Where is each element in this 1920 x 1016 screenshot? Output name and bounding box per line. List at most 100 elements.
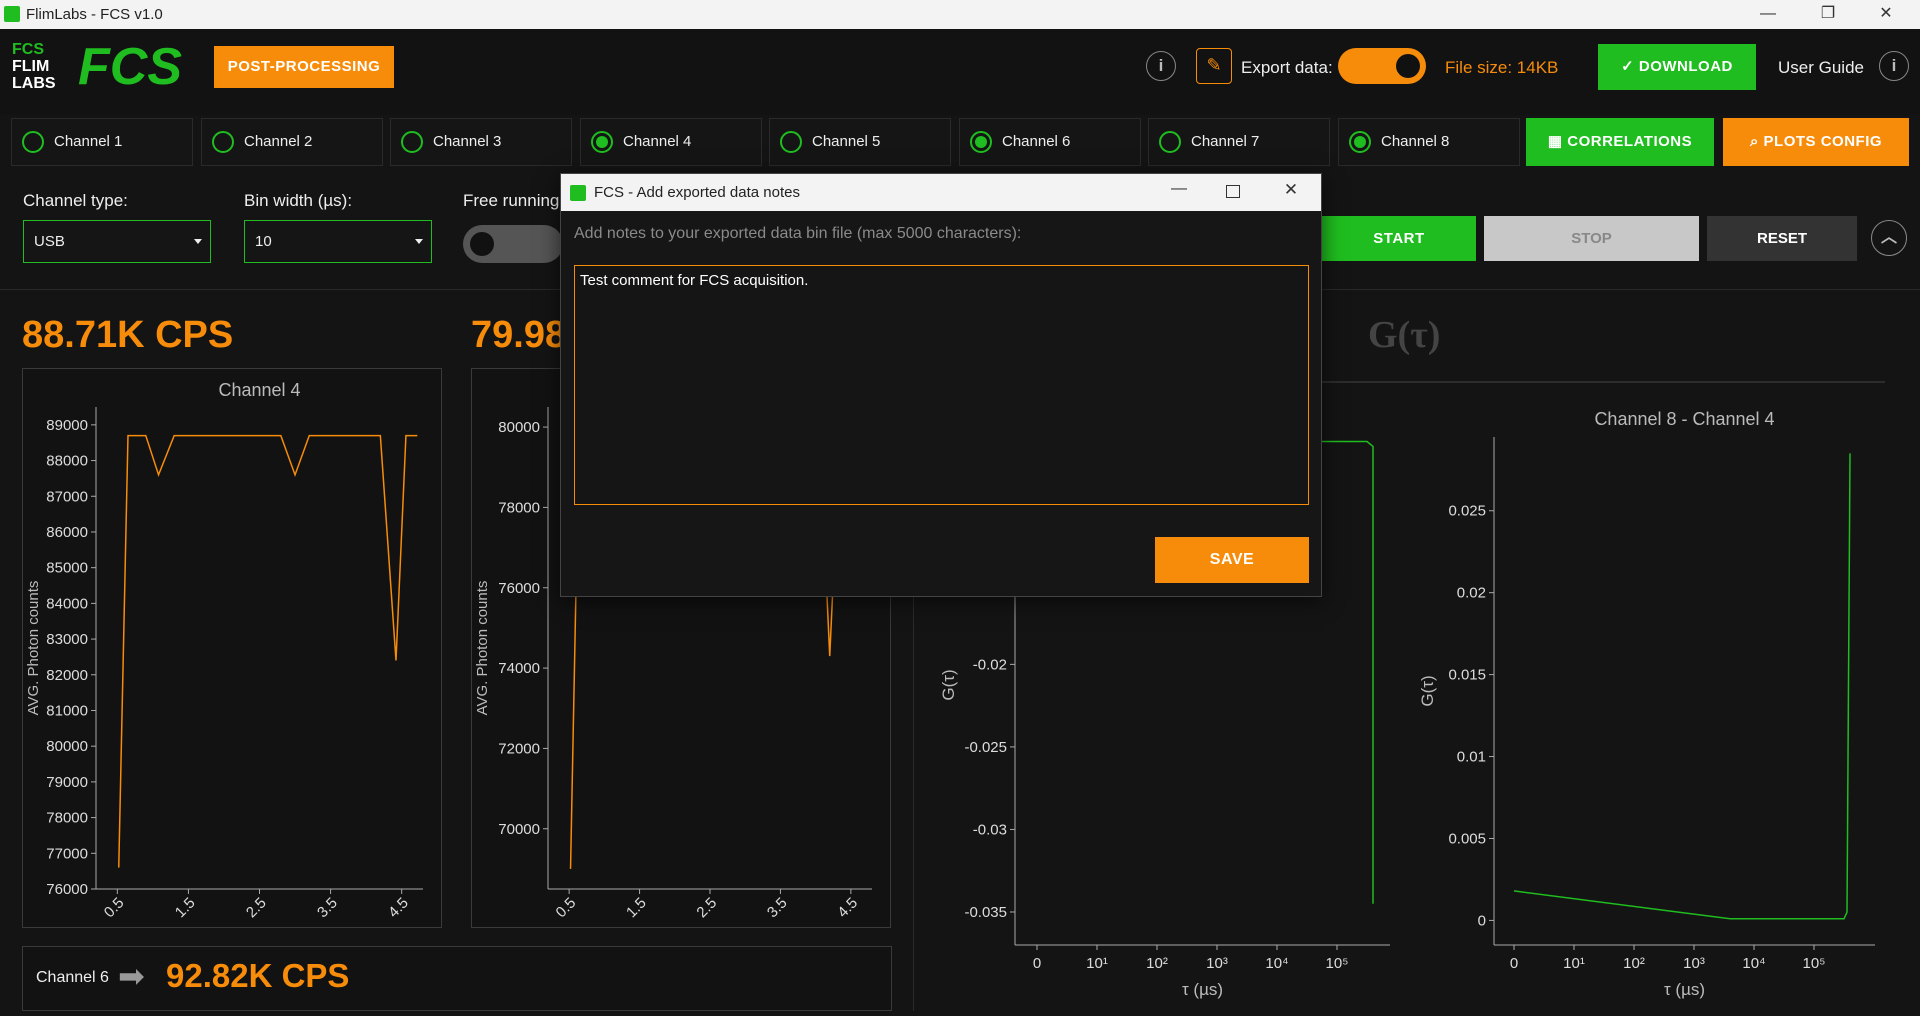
channel-checkbox-4[interactable]: Channel 4	[580, 118, 762, 166]
data-line-series	[1513, 453, 1851, 920]
notes-icon[interactable]: ✎	[1196, 48, 1232, 84]
x-axis-label: τ (µs)	[1664, 980, 1705, 999]
x-tick-label: 1.5	[623, 894, 650, 921]
close-button[interactable]: ✕	[1868, 2, 1904, 26]
channel-type-select[interactable]: USB	[23, 220, 211, 263]
checkbox-indicator	[401, 131, 423, 153]
free-running-toggle[interactable]	[463, 225, 563, 263]
correlations-label: CORRELATIONS	[1567, 133, 1693, 150]
y-axis-label: G(τ)	[1418, 675, 1437, 706]
x-tick-label: 10⁵	[1326, 955, 1349, 972]
y-tick-label: 0	[1478, 912, 1486, 929]
y-axis-label: G(τ)	[939, 669, 958, 700]
info-icon[interactable]: i	[1146, 51, 1176, 81]
channel-type-label: Channel type:	[23, 191, 128, 210]
stop-button[interactable]: STOP	[1484, 216, 1699, 261]
dialog-titlebar: FCS - Add exported data notes — ✕	[561, 174, 1321, 211]
checkbox-indicator	[591, 131, 613, 153]
channel-type-value: USB	[34, 233, 65, 250]
x-tick-label: 10³	[1683, 955, 1705, 972]
x-tick-label: 3.5	[764, 894, 791, 921]
y-tick-label: 0.015	[1448, 667, 1486, 684]
collapse-chevron-up-icon[interactable]: ︿	[1871, 220, 1907, 256]
y-tick-label: 74000	[498, 660, 540, 677]
free-running-knob	[470, 232, 494, 256]
bin-width-label: Bin width (µs):	[244, 191, 353, 210]
correlations-button[interactable]: ▦ CORRELATIONS	[1526, 118, 1714, 166]
notes-textarea[interactable]	[574, 265, 1309, 505]
channel-checkbox-5[interactable]: Channel 5	[769, 118, 951, 166]
dialog-close-button[interactable]: ✕	[1276, 180, 1306, 200]
app-icon	[4, 6, 20, 22]
y-tick-label: 80000	[46, 738, 88, 755]
free-running-label: Free running:	[463, 191, 565, 210]
download-label: DOWNLOAD	[1638, 58, 1733, 75]
channel-checkbox-3[interactable]: Channel 3	[390, 118, 572, 166]
save-button[interactable]: SAVE	[1155, 537, 1309, 583]
y-tick-label: 78000	[46, 810, 88, 827]
dialog-title: FCS - Add exported data notes	[594, 184, 800, 201]
y-tick-label: 0.02	[1457, 585, 1486, 602]
channel-label: Channel 8	[1381, 133, 1450, 150]
checkbox-indicator	[22, 131, 44, 153]
channel-checkbox-1[interactable]: Channel 1	[11, 118, 193, 166]
x-tick-label: 10⁴	[1265, 955, 1288, 972]
y-tick-label: 89000	[46, 417, 88, 434]
checkbox-indicator	[780, 131, 802, 153]
restore-button[interactable]: ❐	[1810, 2, 1846, 26]
dropdown-arrow-icon	[194, 239, 202, 244]
window-titlebar: FlimLabs - FCS v1.0 — ❐ ✕	[0, 0, 1920, 29]
x-tick-label: 1.5	[172, 894, 199, 921]
logo-line-1: FCS	[12, 41, 44, 58]
reset-button[interactable]: RESET	[1707, 216, 1857, 261]
plots-config-button[interactable]: ⌕ PLOTS CONFIG	[1723, 118, 1909, 166]
x-tick-label: 10⁴	[1742, 955, 1765, 972]
y-tick-label: 0.01	[1457, 749, 1486, 766]
checkbox-indicator	[1159, 131, 1181, 153]
y-tick-label: -0.02	[973, 656, 1007, 673]
export-toggle[interactable]	[1338, 48, 1426, 84]
start-button[interactable]: START	[1322, 216, 1476, 261]
x-tick-label: 2.5	[693, 894, 720, 921]
post-processing-button[interactable]: POST-PROCESSING	[214, 46, 394, 88]
y-tick-label: -0.025	[964, 739, 1007, 756]
table-icon: ▦	[1547, 133, 1563, 150]
channel-checkbox-6[interactable]: Channel 6	[959, 118, 1141, 166]
flimlabs-logo: FCS FLIM LABS	[12, 41, 64, 97]
channel-checkbox-8[interactable]: Channel 8	[1338, 118, 1520, 166]
x-tick-label: 10²	[1623, 955, 1645, 972]
x-tick-label: 0.5	[553, 894, 580, 921]
y-tick-label: 0.005	[1448, 830, 1486, 847]
y-tick-label: -0.035	[964, 904, 1007, 921]
gtau-header: G(τ)	[1368, 314, 1441, 356]
y-tick-label: 83000	[46, 631, 88, 648]
user-guide-icon[interactable]: i	[1879, 51, 1909, 81]
bin-width-select[interactable]: 10	[244, 220, 432, 263]
channel-checkbox-2[interactable]: Channel 2	[201, 118, 383, 166]
user-guide-link[interactable]: User Guide	[1778, 58, 1864, 78]
download-button[interactable]: ✓ DOWNLOAD	[1598, 44, 1756, 90]
chart-title: Channel 4	[218, 380, 300, 400]
y-tick-label: 87000	[46, 488, 88, 505]
y-tick-label: 79000	[46, 774, 88, 791]
channel-checkbox-7[interactable]: Channel 7	[1148, 118, 1330, 166]
bin-width-value: 10	[255, 233, 272, 250]
logo-line-2: FLIM	[12, 58, 50, 75]
y-axis-label: AVG. Photon counts	[474, 581, 491, 716]
y-tick-label: 86000	[46, 524, 88, 541]
dialog-minimize-button[interactable]: —	[1164, 180, 1194, 198]
export-data-label: Export data:	[1241, 58, 1333, 77]
x-tick-label: 0	[1033, 955, 1041, 972]
x-tick-label: 4.5	[385, 894, 412, 921]
dialog-maximize-button[interactable]	[1226, 185, 1240, 198]
data-line-series	[117, 434, 418, 868]
logo-line-3: LABS	[12, 75, 56, 92]
export-toggle-knob	[1396, 54, 1420, 78]
minimize-button[interactable]: —	[1750, 2, 1786, 26]
channel-label: Channel 3	[433, 133, 502, 150]
y-tick-label: 78000	[498, 499, 540, 516]
y-axis-label: AVG. Photon counts	[25, 581, 42, 716]
y-tick-label: 72000	[498, 740, 540, 757]
y-tick-label: 82000	[46, 667, 88, 684]
correlation-chart-channel-8-4: Channel 8 - Channel 4 0.025 0.02 0.015 0.01 0…	[1418, 409, 1875, 999]
